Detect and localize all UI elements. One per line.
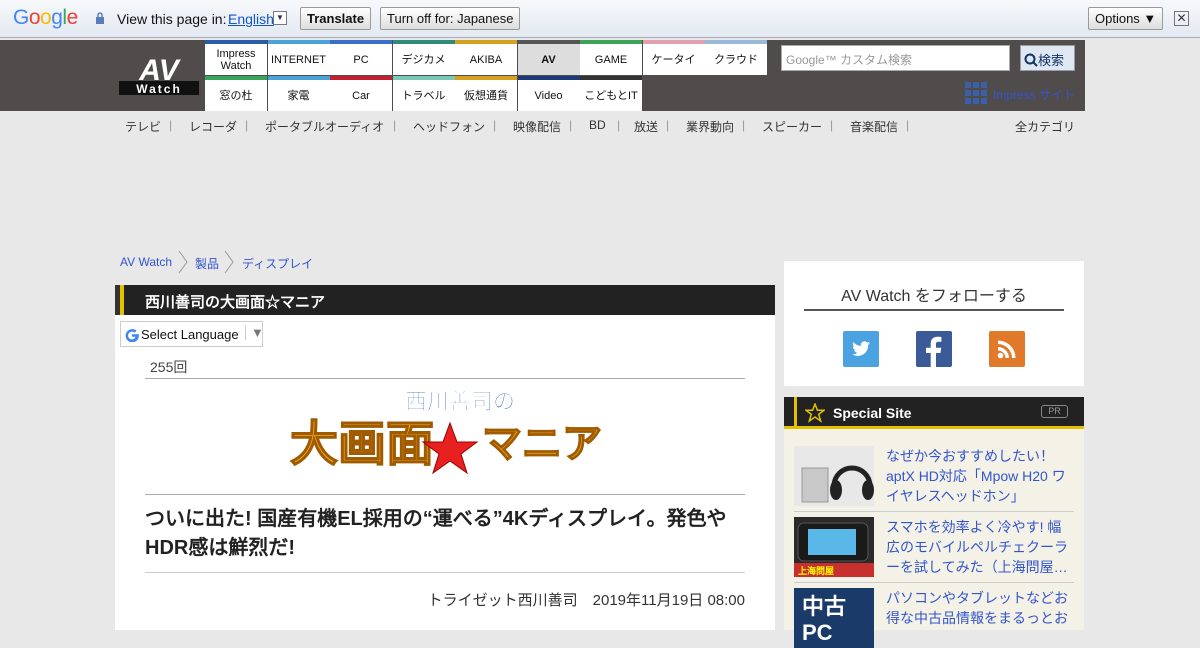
search-icon — [1024, 53, 1038, 67]
breadcrumb-separator-icon — [178, 250, 188, 274]
subnav-separator: | — [742, 118, 746, 132]
all-categories-link[interactable]: 全カテゴリ — [1015, 118, 1075, 135]
nav-item[interactable]: クラウド — [705, 40, 767, 75]
select-language-label: Select Language — [141, 327, 239, 342]
subnav-item[interactable]: 映像配信 — [513, 118, 561, 135]
google-g-icon — [125, 329, 139, 342]
special-site-header — [784, 397, 1084, 429]
search-input[interactable]: Google™ カスタム検索 — [781, 45, 1010, 71]
subnav-item[interactable]: BD — [589, 118, 606, 132]
nav-item[interactable]: デジカメ — [392, 40, 455, 75]
divider — [794, 511, 1074, 512]
section-title: 西川善司の大画面☆マニア — [145, 294, 326, 311]
dropdown-arrow-icon: ▼ — [245, 325, 264, 340]
thumbnail-caption: 上海問屋 — [798, 565, 834, 576]
nav-item[interactable]: Car — [330, 76, 392, 111]
subnav-separator: | — [245, 118, 249, 132]
article-title: ついに出た! 国産有機EL採用の“運べる”4Kディスプレイ。発色やHDR感は鮮烈… — [145, 508, 727, 559]
nav-item[interactable]: Video — [517, 76, 580, 111]
turn-off-button[interactable]: Turn off for: Japanese — [380, 7, 521, 30]
divider — [145, 572, 745, 573]
breadcrumb-separator-icon — [224, 250, 234, 274]
special-site-accent — [794, 397, 797, 429]
thumbnail-caption: 中古 — [802, 594, 846, 619]
special-site-item-link[interactable]: パソコンやタブレットなどお得な中古品情報をまるっとお — [886, 588, 1072, 628]
twitter-icon[interactable] — [843, 331, 879, 367]
nav-item[interactable]: AKIBA — [455, 40, 517, 75]
nav-item[interactable]: 窓の杜 — [205, 76, 267, 111]
select-language-dropdown[interactable]: Select Language ▼ — [120, 321, 264, 347]
subnav-separator: | — [617, 118, 621, 132]
search-button[interactable]: 検索 — [1020, 45, 1075, 71]
breadcrumb-item[interactable]: ディスプレイ — [242, 255, 313, 272]
nav-item[interactable]: PC — [330, 40, 392, 75]
special-site-title: Special Site — [833, 405, 912, 421]
facebook-icon[interactable] — [916, 331, 952, 367]
banner-big-screen: 大画面 — [290, 418, 434, 471]
translate-bar: Google View this page in: English ▼ Tran… — [0, 0, 1200, 38]
language-dropdown-icon[interactable]: ▼ — [273, 11, 287, 25]
nav-item[interactable]: ケータイ — [642, 40, 705, 75]
close-icon[interactable]: ✕ — [1174, 11, 1189, 26]
pr-badge: PR — [1041, 405, 1068, 418]
header-right-bg — [1085, 40, 1200, 111]
breadcrumb-item[interactable]: 製品 — [195, 255, 219, 272]
subnav-item[interactable]: レコーダ — [189, 118, 237, 135]
rss-icon[interactable] — [989, 331, 1025, 367]
nav-item[interactable]: Impress Watch — [205, 40, 267, 75]
headphones-thumbnail[interactable] — [794, 446, 874, 506]
special-site-item-link[interactable]: スマホを効率よく冷やす! 幅広のモバイルペルチェクーラーを試してみた（上海問屋… — [886, 517, 1072, 577]
search-button-label: 検索 — [1038, 53, 1065, 68]
star-outline-icon — [805, 403, 825, 423]
impress-site-link[interactable]: Impress サイト — [993, 86, 1075, 103]
grid-icon — [965, 82, 987, 104]
nav-item[interactable]: 仮想通貨 — [455, 76, 517, 111]
subnav-separator: | — [569, 118, 573, 132]
nav-item[interactable]: AV — [517, 40, 580, 75]
google-logo: Google — [13, 6, 78, 29]
subnav-item[interactable]: 業界動向 — [686, 118, 734, 135]
av-watch-logo[interactable]: AV Watch — [119, 54, 199, 96]
translate-button[interactable]: Translate — [300, 7, 372, 30]
follow-divider — [804, 309, 1064, 311]
subnav-item[interactable]: スピーカー — [762, 118, 822, 135]
nav-item[interactable]: 家電 — [267, 76, 330, 111]
options-button[interactable]: Options ▼ — [1088, 7, 1164, 30]
series-banner: 西川善司の 大画面 マニア — [290, 389, 603, 475]
used-pc-thumbnail[interactable]: 中古 PC — [794, 588, 874, 648]
article-byline: トライゼット西川善司 2019年11月19日 08:00 — [427, 592, 745, 609]
special-site-item-link[interactable]: なぜか今おすすめしたい！ aptX HD対応「Mpow H20 ワイヤレスヘッド… — [886, 446, 1072, 506]
nav-item[interactable]: トラベル — [392, 76, 455, 111]
nav-item[interactable]: こどもとIT — [580, 76, 642, 111]
follow-title: AV Watch をフォローする — [841, 288, 1027, 305]
banner-mania: マニア — [482, 422, 602, 466]
banner-author: 西川善司の — [405, 389, 515, 414]
subnav-separator: | — [393, 118, 397, 132]
section-accent — [120, 285, 124, 315]
subnav-separator: | — [830, 118, 834, 132]
episode-number: 255回 — [150, 359, 188, 375]
divider — [145, 494, 745, 495]
lock-icon — [96, 12, 104, 24]
thumbnail-caption: PC — [802, 620, 833, 645]
subnav-item[interactable]: テレビ — [125, 118, 161, 135]
subnav-item[interactable]: ポータブルオーディオ — [265, 118, 384, 135]
subnav-separator: | — [169, 118, 173, 132]
divider — [145, 378, 745, 379]
nav-item[interactable]: GAME — [580, 40, 642, 75]
subnav-separator: | — [906, 118, 910, 132]
nav-item[interactable]: INTERNET — [267, 40, 330, 75]
subnav-separator: | — [666, 118, 670, 132]
logo-watch-text: Watch — [136, 82, 182, 96]
subnav-separator: | — [493, 118, 497, 132]
subnav-item[interactable]: ヘッドフォン — [413, 118, 485, 135]
cooler-thumbnail[interactable]: 上海問屋 — [794, 517, 874, 577]
breadcrumb-item[interactable]: AV Watch — [120, 255, 172, 269]
view-page-label: View this page in: — [117, 11, 227, 27]
follow-box — [784, 261, 1084, 386]
subnav-item[interactable]: 放送 — [634, 118, 658, 135]
divider — [794, 582, 1074, 583]
language-link[interactable]: English — [228, 11, 274, 27]
subnav-item[interactable]: 音楽配信 — [850, 118, 898, 135]
